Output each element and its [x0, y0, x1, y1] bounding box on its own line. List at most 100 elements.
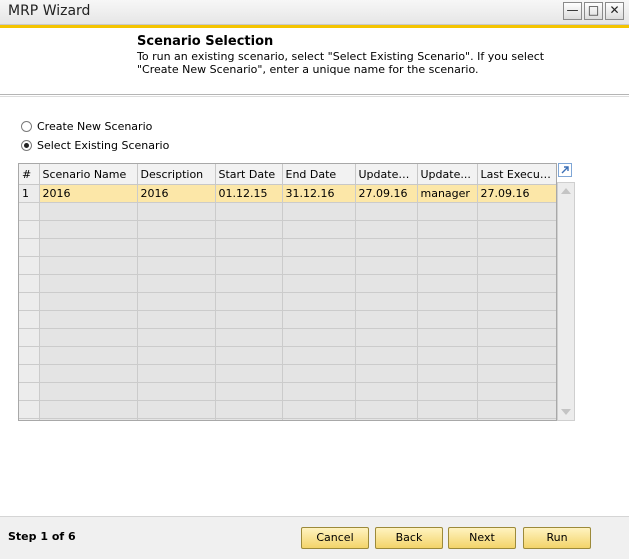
cell-updated-by[interactable]: manager	[417, 184, 478, 203]
empty-cell	[39, 310, 138, 329]
empty-cell	[477, 382, 556, 401]
select-existing-label: Select Existing Scenario	[37, 138, 170, 152]
cell-end-date[interactable]: 31.12.16	[282, 184, 356, 203]
column-header-scenario-name[interactable]: Scenario Name	[39, 164, 138, 185]
empty-cell	[355, 382, 418, 401]
empty-cell	[215, 346, 283, 365]
empty-cell	[215, 400, 283, 419]
empty-cell	[137, 202, 216, 221]
empty-cell	[355, 220, 418, 239]
empty-cell	[417, 400, 478, 419]
cell-description[interactable]: 2016	[137, 184, 216, 203]
empty-cell	[355, 274, 418, 293]
minimize-button[interactable]: —	[563, 2, 582, 20]
column-header-start-date[interactable]: Start Date	[215, 164, 283, 185]
empty-cell	[19, 400, 40, 419]
close-button[interactable]: ✕	[605, 2, 624, 20]
select-existing-scenario-option[interactable]: Select Existing Scenario	[21, 137, 169, 153]
maximize-button[interactable]: □	[584, 2, 603, 20]
empty-cell	[355, 364, 418, 383]
table-row[interactable]: 1 2016 2016 01.12.15 31.12.16 27.09.16 m…	[19, 184, 556, 203]
empty-row	[19, 328, 556, 347]
empty-row	[19, 292, 556, 311]
column-header-description[interactable]: Description	[137, 164, 216, 185]
empty-cell	[282, 256, 356, 275]
empty-cell	[215, 292, 283, 311]
column-header-number[interactable]: #	[19, 164, 40, 185]
empty-cell	[19, 382, 40, 401]
empty-cell	[355, 400, 418, 419]
empty-cell	[282, 274, 356, 293]
cell-scenario-name[interactable]: 2016	[39, 184, 138, 203]
select-existing-radio[interactable]	[21, 139, 32, 151]
empty-cell	[355, 202, 418, 221]
empty-cell	[137, 382, 216, 401]
column-header-updated-by[interactable]: Update...	[417, 164, 478, 185]
run-button[interactable]: Run	[523, 527, 591, 549]
empty-cell	[355, 418, 418, 420]
empty-cell	[39, 382, 138, 401]
empty-cell	[215, 364, 283, 383]
empty-cell	[355, 310, 418, 329]
empty-cell	[417, 364, 478, 383]
column-header-last-executed[interactable]: Last Execut...	[477, 164, 556, 185]
title-bar: MRP Wizard — □ ✕	[0, 0, 629, 25]
grid-scrollbar[interactable]	[557, 182, 575, 421]
footer: Step 1 of 6 Cancel Back Next Run	[0, 516, 629, 559]
empty-cell	[355, 328, 418, 347]
scroll-up-icon[interactable]	[561, 188, 571, 194]
empty-row	[19, 220, 556, 239]
create-new-radio[interactable]	[21, 120, 32, 132]
empty-row	[19, 400, 556, 419]
maximize-icon: □	[587, 3, 600, 17]
step-indicator: Step 1 of 6	[8, 530, 76, 543]
empty-cell	[215, 310, 283, 329]
empty-cell	[417, 292, 478, 311]
empty-cell	[137, 328, 216, 347]
cancel-button[interactable]: Cancel	[301, 527, 369, 549]
empty-cell	[137, 346, 216, 365]
cell-start-date[interactable]: 01.12.15	[215, 184, 283, 203]
empty-cell	[355, 238, 418, 257]
empty-cell	[137, 238, 216, 257]
empty-row	[19, 382, 556, 401]
scenario-grid: # Scenario Name Description Start Date E…	[18, 163, 557, 421]
empty-cell	[39, 418, 138, 420]
empty-cell	[19, 292, 40, 311]
row-number[interactable]: 1	[19, 184, 40, 203]
empty-cell	[282, 220, 356, 239]
empty-cell	[477, 364, 556, 383]
empty-cell	[215, 382, 283, 401]
column-header-end-date[interactable]: End Date	[282, 164, 356, 185]
empty-cell	[477, 310, 556, 329]
empty-cell	[355, 256, 418, 275]
minimize-icon: —	[566, 3, 579, 17]
empty-cell	[282, 418, 356, 420]
empty-cell	[477, 328, 556, 347]
empty-cell	[215, 274, 283, 293]
header: Scenario Selection To run an existing sc…	[0, 28, 629, 94]
scroll-down-icon[interactable]	[561, 409, 571, 415]
empty-cell	[39, 256, 138, 275]
cell-last-executed[interactable]: 27.09.16	[477, 184, 556, 203]
next-button[interactable]: Next	[448, 527, 516, 549]
empty-cell	[282, 346, 356, 365]
empty-cell	[417, 346, 478, 365]
empty-cell	[215, 220, 283, 239]
empty-cell	[417, 220, 478, 239]
empty-row	[19, 364, 556, 383]
empty-cell	[282, 292, 356, 311]
page-title: Scenario Selection	[137, 34, 274, 49]
expand-icon[interactable]	[558, 163, 572, 177]
column-header-updated[interactable]: Updated...	[355, 164, 418, 185]
empty-cell	[282, 400, 356, 419]
empty-cell	[477, 238, 556, 257]
window-title: MRP Wizard	[8, 3, 91, 19]
back-button[interactable]: Back	[375, 527, 443, 549]
empty-cell	[39, 364, 138, 383]
cell-updated[interactable]: 27.09.16	[355, 184, 418, 203]
empty-cell	[282, 202, 356, 221]
empty-cell	[39, 400, 138, 419]
empty-row	[19, 274, 556, 293]
create-new-scenario-option[interactable]: Create New Scenario	[21, 118, 152, 134]
